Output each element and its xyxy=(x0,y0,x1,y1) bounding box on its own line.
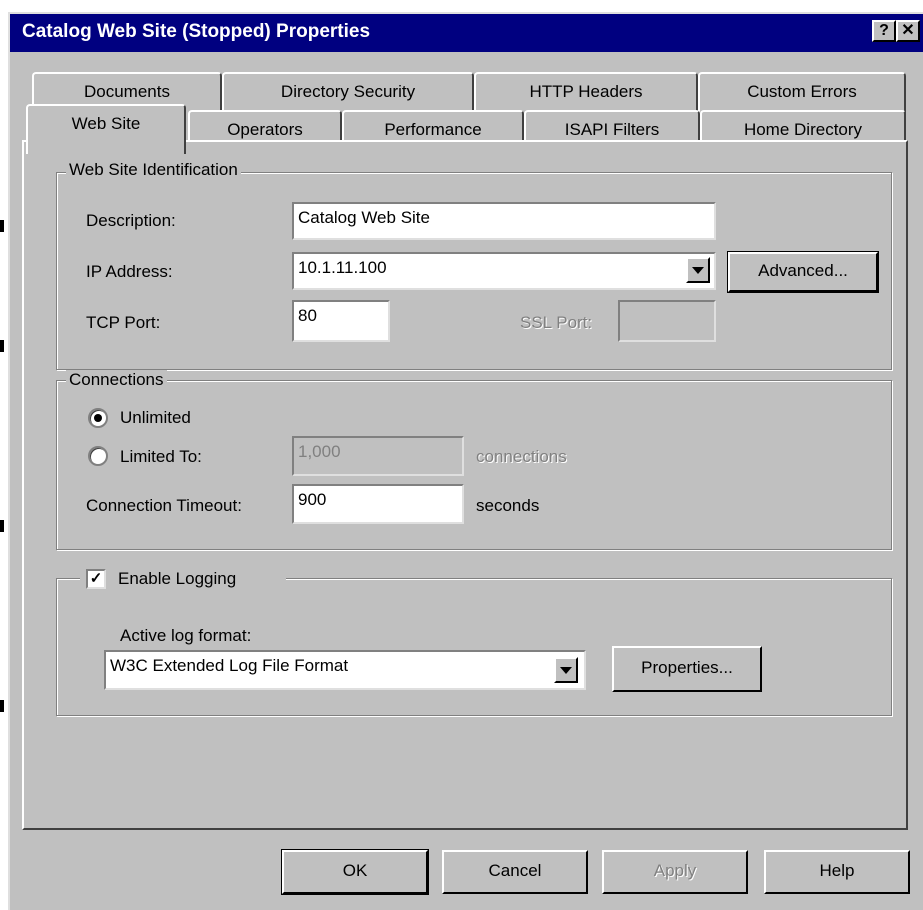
tab-web-site[interactable]: Web Site xyxy=(26,104,186,154)
connection-timeout-label: Connection Timeout: xyxy=(86,496,242,515)
tcp-port-label: TCP Port: xyxy=(86,313,161,332)
log-format-select[interactable]: W3C Extended Log File Format xyxy=(104,650,586,690)
background-window-edge xyxy=(0,340,4,352)
tcp-port-field[interactable]: 80 xyxy=(292,300,390,342)
background-window-edge xyxy=(0,520,4,532)
limited-to-label: Limited To: xyxy=(120,447,202,466)
limited-to-field[interactable]: 1,000 xyxy=(292,436,464,476)
cancel-button[interactable]: Cancel xyxy=(442,850,588,894)
background-window-edge xyxy=(0,700,4,712)
ip-address-select[interactable]: 10.1.11.100 xyxy=(292,252,716,290)
radio-selected-dot xyxy=(94,414,102,422)
ssl-port-label: SSL Port: xyxy=(520,313,593,332)
ok-button[interactable]: OK xyxy=(281,849,429,895)
unlimited-radio[interactable] xyxy=(88,408,108,428)
help-button[interactable]: Help xyxy=(764,850,910,894)
description-field[interactable]: Catalog Web Site xyxy=(292,202,716,240)
tab-web-site-label: Web Site xyxy=(71,114,141,133)
chevron-down-icon xyxy=(560,666,572,674)
limited-to-radio[interactable] xyxy=(88,446,108,466)
ssl-port-field[interactable] xyxy=(618,300,716,342)
connections-legend: Connections xyxy=(66,370,167,390)
background-window-edge xyxy=(0,220,4,232)
ip-address-dropdown-button[interactable] xyxy=(686,257,710,283)
description-label: Description: xyxy=(86,211,176,230)
help-title-button[interactable]: ? xyxy=(872,20,896,42)
enable-logging-checkbox[interactable]: ✓ xyxy=(86,569,106,589)
seconds-units-label: seconds xyxy=(476,496,540,515)
logging-group xyxy=(56,578,892,716)
connection-timeout-field[interactable]: 900 xyxy=(292,484,464,524)
unlimited-label: Unlimited xyxy=(120,408,191,427)
properties-button[interactable]: Properties... xyxy=(612,646,762,692)
log-format-dropdown-button[interactable] xyxy=(554,657,578,683)
apply-button[interactable]: Apply xyxy=(602,850,748,894)
identification-legend: Web Site Identification xyxy=(66,160,241,180)
connections-units-label: connections xyxy=(476,447,567,466)
active-log-format-label: Active log format: xyxy=(120,626,252,645)
chevron-down-icon xyxy=(692,266,704,274)
advanced-button[interactable]: Advanced... xyxy=(727,251,879,293)
close-title-button[interactable]: ✕ xyxy=(896,20,920,42)
ip-address-label: IP Address: xyxy=(86,262,173,281)
checkmark-icon: ✓ xyxy=(89,570,103,587)
enable-logging-label: Enable Logging xyxy=(118,569,237,588)
window-title: Catalog Web Site (Stopped) Properties xyxy=(22,21,371,42)
